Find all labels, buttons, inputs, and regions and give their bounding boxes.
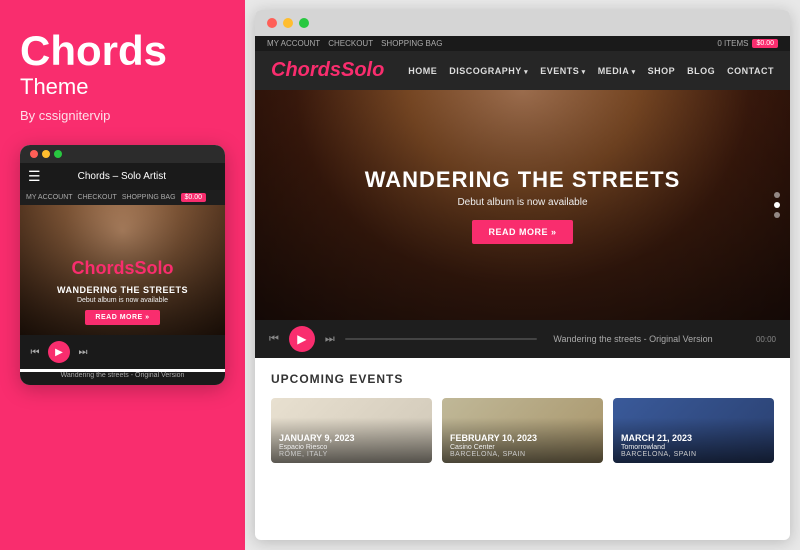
player-progress-bar[interactable] [345,338,538,340]
site-topbar: MY ACCOUNT CHECKOUT SHOPPING BAG 0 ITEMS… [255,36,790,51]
topbar-shopping-bag[interactable]: SHOPPING BAG [381,39,442,48]
browser-dot-green [299,18,309,28]
event-info-3: MARCH 21, 2023 Tomorrowland BARCELONA, S… [613,428,774,463]
mobile-next-button[interactable]: ⏭ [76,345,90,359]
dot-green [54,150,62,158]
hero-dots [774,192,780,218]
hero-dot-3 [774,212,780,218]
site-events: UPCOMING EVENTS JANUARY 9, 2023 Espacio … [255,358,790,477]
mobile-my-account[interactable]: MY ACCOUNT [26,194,73,201]
event-info-2: FEBRUARY 10, 2023 Casino Center BARCELON… [442,428,603,463]
nav-home[interactable]: HOME [408,66,437,76]
browser-chrome [255,10,790,36]
mobile-logo-text: Chords [71,258,134,278]
mobile-price: $0.00 [181,193,207,202]
nav-events[interactable]: EVENTS [540,66,585,76]
mobile-hero-subtitle: Debut album is now available [57,297,188,304]
mobile-logo: ChordsSolo [57,258,188,279]
mobile-mockup: ☰ Chords – Solo Artist MY ACCOUNT CHECKO… [20,145,225,385]
left-panel: Chords Theme By cssignitervip ☰ Chords –… [0,0,245,550]
site-logo: ChordsSolo [271,59,384,82]
mobile-chrome [20,145,225,163]
event-location-2: BARCELONA, SPAIN [450,451,595,458]
dot-yellow [42,150,50,158]
topbar-cart: 0 ITEMS $0.00 [717,39,778,48]
nav-discography[interactable]: DISCOGRAPHY [449,66,528,76]
event-location-1: ROME, ITALY [279,451,424,458]
mobile-checkout[interactable]: CHECKOUT [78,194,117,201]
topbar-checkout[interactable]: CHECKOUT [328,39,373,48]
site-navbar: ChordsSolo HOME DISCOGRAPHY EVENTS MEDIA… [255,51,790,90]
mobile-dots [30,150,62,158]
event-date-2: FEBRUARY 10, 2023 [450,433,595,443]
events-grid: JANUARY 9, 2023 Espacio Riesco ROME, ITA… [271,398,774,463]
hero-content: WANDERING THE STREETS Debut album is now… [365,167,681,244]
hero-title: WANDERING THE STREETS [365,167,681,193]
nav-shop[interactable]: SHOP [648,66,676,76]
next-button[interactable]: ⏭ [325,333,335,346]
right-panel: MY ACCOUNT CHECKOUT SHOPPING BAG 0 ITEMS… [245,0,800,550]
nav-contact[interactable]: CONTACT [727,66,774,76]
site-player: ⏮ ▶ ⏭ Wandering the streets - Original V… [255,320,790,358]
hero-subtitle: Debut album is now available [365,197,681,208]
nav-media[interactable]: MEDIA [598,66,636,76]
event-card-3[interactable]: MARCH 21, 2023 Tomorrowland BARCELONA, S… [613,398,774,463]
site-hero: WANDERING THE STREETS Debut album is now… [255,90,790,320]
mobile-shopping-bag[interactable]: SHOPPING BAG [122,194,176,201]
dot-red [30,150,38,158]
nav-blog[interactable]: BLOG [687,66,715,76]
event-venue-1: Espacio Riesco [279,444,424,451]
player-time: 00:00 [756,335,776,344]
site-nav-links: HOME DISCOGRAPHY EVENTS MEDIA SHOP BLOG … [408,66,774,76]
topbar-links: MY ACCOUNT CHECKOUT SHOPPING BAG [267,39,442,48]
event-card-1[interactable]: JANUARY 9, 2023 Espacio Riesco ROME, ITA… [271,398,432,463]
mobile-logo-accent: Solo [134,258,173,278]
website-content: MY ACCOUNT CHECKOUT SHOPPING BAG 0 ITEMS… [255,36,790,540]
event-card-2[interactable]: FEBRUARY 10, 2023 Casino Center BARCELON… [442,398,603,463]
browser-dot-red [267,18,277,28]
mobile-read-more-button[interactable]: READ MORE » [85,310,159,325]
brand-title: Chords [20,30,167,72]
mobile-nav-bar: ☰ Chords – Solo Artist [20,163,225,190]
topbar-items: 0 ITEMS [717,39,748,48]
event-date-3: MARCH 21, 2023 [621,433,766,443]
mobile-hero: ChordsSolo WANDERING THE STREETS Debut a… [20,205,225,335]
mobile-nav-title: Chords – Solo Artist [78,171,166,182]
events-title: UPCOMING EVENTS [271,372,774,386]
hero-dot-1 [774,192,780,198]
brand-subtitle: Theme [20,74,88,100]
hamburger-icon[interactable]: ☰ [28,168,41,185]
play-button[interactable]: ▶ [289,326,315,352]
mobile-prev-button[interactable]: ⏮ [28,345,42,359]
mobile-player: ⏮ ▶ ⏭ [20,335,225,369]
brand-by: By cssignitervip [20,108,110,123]
event-info-1: JANUARY 9, 2023 Espacio Riesco ROME, ITA… [271,428,432,463]
site-logo-text: Chords [271,59,341,81]
event-location-3: BARCELONA, SPAIN [621,451,766,458]
mobile-play-button[interactable]: ▶ [48,341,70,363]
hero-dot-2 [774,202,780,208]
player-track-name: Wandering the streets - Original Version [553,334,746,344]
mobile-account-bar: MY ACCOUNT CHECKOUT SHOPPING BAG $0.00 [20,190,225,205]
browser-dot-yellow [283,18,293,28]
browser-window: MY ACCOUNT CHECKOUT SHOPPING BAG 0 ITEMS… [255,10,790,540]
topbar-my-account[interactable]: MY ACCOUNT [267,39,320,48]
topbar-price: $0.00 [752,39,778,48]
hero-cta-button[interactable]: READ MORE » [472,220,572,244]
site-logo-accent: Solo [341,59,384,81]
mobile-hero-content: ChordsSolo WANDERING THE STREETS Debut a… [57,258,188,335]
mobile-hero-title: WANDERING THE STREETS [57,285,188,295]
prev-button[interactable]: ⏮ [269,333,279,346]
mobile-player-track: Wandering the streets - Original Version [20,372,225,385]
event-venue-3: Tomorrowland [621,444,766,451]
event-date-1: JANUARY 9, 2023 [279,433,424,443]
event-venue-2: Casino Center [450,444,595,451]
